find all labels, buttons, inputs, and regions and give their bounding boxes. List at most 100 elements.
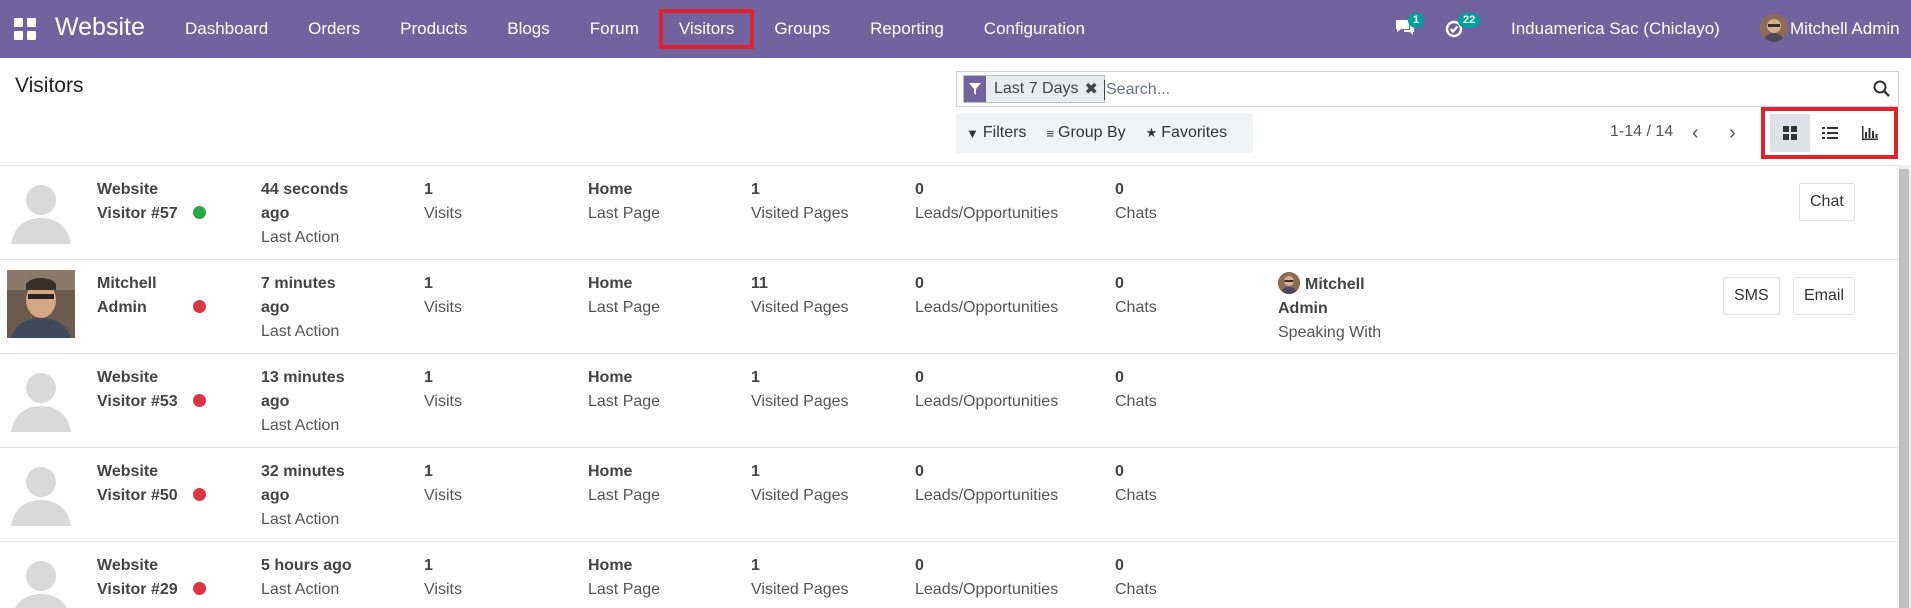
last-action: 44 seconds ago Last Action (261, 181, 349, 246)
last-page: Home Last Page (588, 557, 661, 598)
visits-count: 1 Visits (424, 557, 462, 598)
visitor-name: Website Visitor #29 (97, 557, 178, 598)
top-navbar: Website Dashboard Orders Products Blogs … (0, 0, 1911, 58)
funnel-icon: ▼ (966, 125, 979, 141)
messages-icon[interactable]: 1 (1394, 13, 1425, 40)
search-bar: Last 7 Days ✖ (956, 71, 1899, 107)
last-action: 5 hours ago Last Action (261, 557, 352, 598)
visitor-name: Website Visitor #53 (97, 369, 178, 410)
placeholder-avatar-icon (7, 364, 75, 432)
search-input[interactable] (1104, 80, 1864, 100)
last-action: 13 minutes ago Last Action (261, 369, 345, 434)
menu-groups[interactable]: Groups (754, 0, 850, 58)
visits-count: 1 Visits (424, 369, 462, 410)
groupby-button[interactable]: ≡ Group By (1036, 113, 1135, 153)
filters-button[interactable]: ▼ Filters (956, 113, 1036, 153)
activities-icon[interactable]: 22 (1444, 13, 1481, 40)
visited-pages: 1 Visited Pages (751, 369, 849, 410)
visitor-card[interactable]: Website Visitor #57 44 seconds ago Last Act… (0, 166, 1897, 260)
leads-count: 0 Leads/Opportunities (915, 463, 1059, 504)
visits-count: 1 Visits (424, 181, 462, 222)
visitor-card[interactable]: Website Visitor #53 13 minutes ago Last Act… (0, 354, 1897, 448)
vertical-scrollbar[interactable] (1897, 165, 1911, 608)
visitor-name: Mitchell Admin (97, 275, 157, 316)
offline-status-dot (193, 488, 206, 501)
visitor-card[interactable]: Website Visitor #50 32 minutes ago Last Act… (0, 448, 1897, 542)
chats-count: 0 Chats (1115, 557, 1157, 598)
placeholder-avatar-icon (7, 458, 75, 526)
menu-forum[interactable]: Forum (570, 0, 659, 58)
chat-button[interactable]: Chat (1799, 183, 1855, 221)
menu-blogs[interactable]: Blogs (487, 0, 570, 58)
last-page: Home Last Page (588, 275, 661, 316)
leads-count: 0 Leads/Opportunities (915, 275, 1059, 316)
visited-pages: 1 Visited Pages (751, 181, 849, 222)
visitor-name: Website Visitor #57 (97, 181, 178, 222)
main-menu: Dashboard Orders Products Blogs Forum Vi… (165, 0, 1105, 58)
user-menu[interactable]: Mitchell Admin (1790, 19, 1900, 39)
facet-remove-icon[interactable]: ✖ (1084, 79, 1103, 99)
last-page: Home Last Page (588, 463, 661, 504)
search-options: ▼ Filters ≡ Group By ★ Favorites (956, 113, 1253, 153)
email-button[interactable]: Email (1793, 277, 1856, 315)
menu-configuration[interactable]: Configuration (964, 0, 1105, 58)
visited-pages: 11 Visited Pages (751, 275, 849, 316)
messages-badge: 1 (1408, 13, 1425, 28)
last-page: Home Last Page (588, 369, 661, 410)
user-avatar[interactable] (1760, 14, 1788, 42)
chats-count: 0 Chats (1115, 369, 1157, 410)
offline-status-dot (193, 582, 206, 595)
offline-status-dot (193, 300, 206, 313)
last-action: 32 minutes ago Last Action (261, 463, 345, 528)
visitor-card[interactable]: Mitchell Admin 7 minutes ago Last Action 1V… (0, 260, 1897, 354)
apps-grid-icon[interactable] (14, 18, 36, 40)
visited-pages: 1 Visited Pages (751, 463, 849, 504)
pager-value[interactable]: 1-14 / 14 (1610, 123, 1673, 141)
placeholder-avatar-icon (7, 552, 75, 608)
menu-orders[interactable]: Orders (288, 0, 380, 58)
favorites-button[interactable]: ★ Favorites (1136, 113, 1237, 153)
app-brand[interactable]: Website (55, 13, 145, 42)
leads-count: 0 Leads/Opportunities (915, 181, 1059, 222)
pager-next-icon[interactable]: › (1729, 122, 1736, 145)
graph-view-button[interactable] (1850, 114, 1890, 152)
menu-products[interactable]: Products (380, 0, 487, 58)
leads-count: 0 Leads/Opportunities (915, 557, 1059, 598)
menu-reporting[interactable]: Reporting (850, 0, 964, 58)
pager-previous-icon[interactable]: ‹ (1692, 122, 1699, 145)
list-view-button[interactable] (1810, 114, 1850, 152)
speaking-with: Mitchell Admin Speaking With (1278, 272, 1381, 345)
visitor-name: Website Visitor #50 (97, 463, 178, 504)
user-photo (7, 270, 75, 338)
chats-count: 0 Chats (1115, 181, 1157, 222)
placeholder-avatar-icon (7, 176, 75, 244)
chats-count: 0 Chats (1115, 463, 1157, 504)
chats-count: 0 Chats (1115, 275, 1157, 316)
kanban-view-button[interactable] (1770, 114, 1810, 152)
sms-button[interactable]: SMS (1723, 277, 1780, 315)
visitor-card[interactable]: Website Visitor #29 5 hours ago Last Actio… (0, 542, 1897, 608)
visits-count: 1 Visits (424, 463, 462, 504)
menu-visitors[interactable]: Visitors (658, 0, 755, 58)
kanban-list: Website Visitor #57 44 seconds ago Last Act… (0, 165, 1897, 608)
scrollbar-thumb[interactable] (1899, 169, 1909, 608)
bars-icon: ≡ (1046, 125, 1055, 141)
menu-dashboard[interactable]: Dashboard (165, 0, 288, 58)
bar-chart-icon (1862, 126, 1878, 140)
last-page: Home Last Page (588, 181, 661, 222)
star-icon: ★ (1145, 125, 1158, 140)
activities-badge: 22 (1458, 13, 1481, 28)
online-status-dot (193, 206, 206, 219)
kanban-icon (1783, 126, 1797, 140)
company-switcher[interactable]: Induamerica Sac (Chiclayo) (1511, 19, 1720, 39)
offline-status-dot (193, 394, 206, 407)
facet-label: Last 7 Days (994, 80, 1079, 97)
page-title: Visitors (15, 74, 84, 97)
operator-avatar (1278, 272, 1300, 294)
search-icon[interactable] (1873, 80, 1891, 98)
leads-count: 0 Leads/Opportunities (915, 369, 1059, 410)
filter-facet: Last 7 Days ✖ (963, 75, 1105, 103)
filter-funnel-icon (964, 76, 986, 102)
list-icon (1822, 127, 1838, 139)
last-action: 7 minutes ago Last Action (261, 275, 340, 340)
